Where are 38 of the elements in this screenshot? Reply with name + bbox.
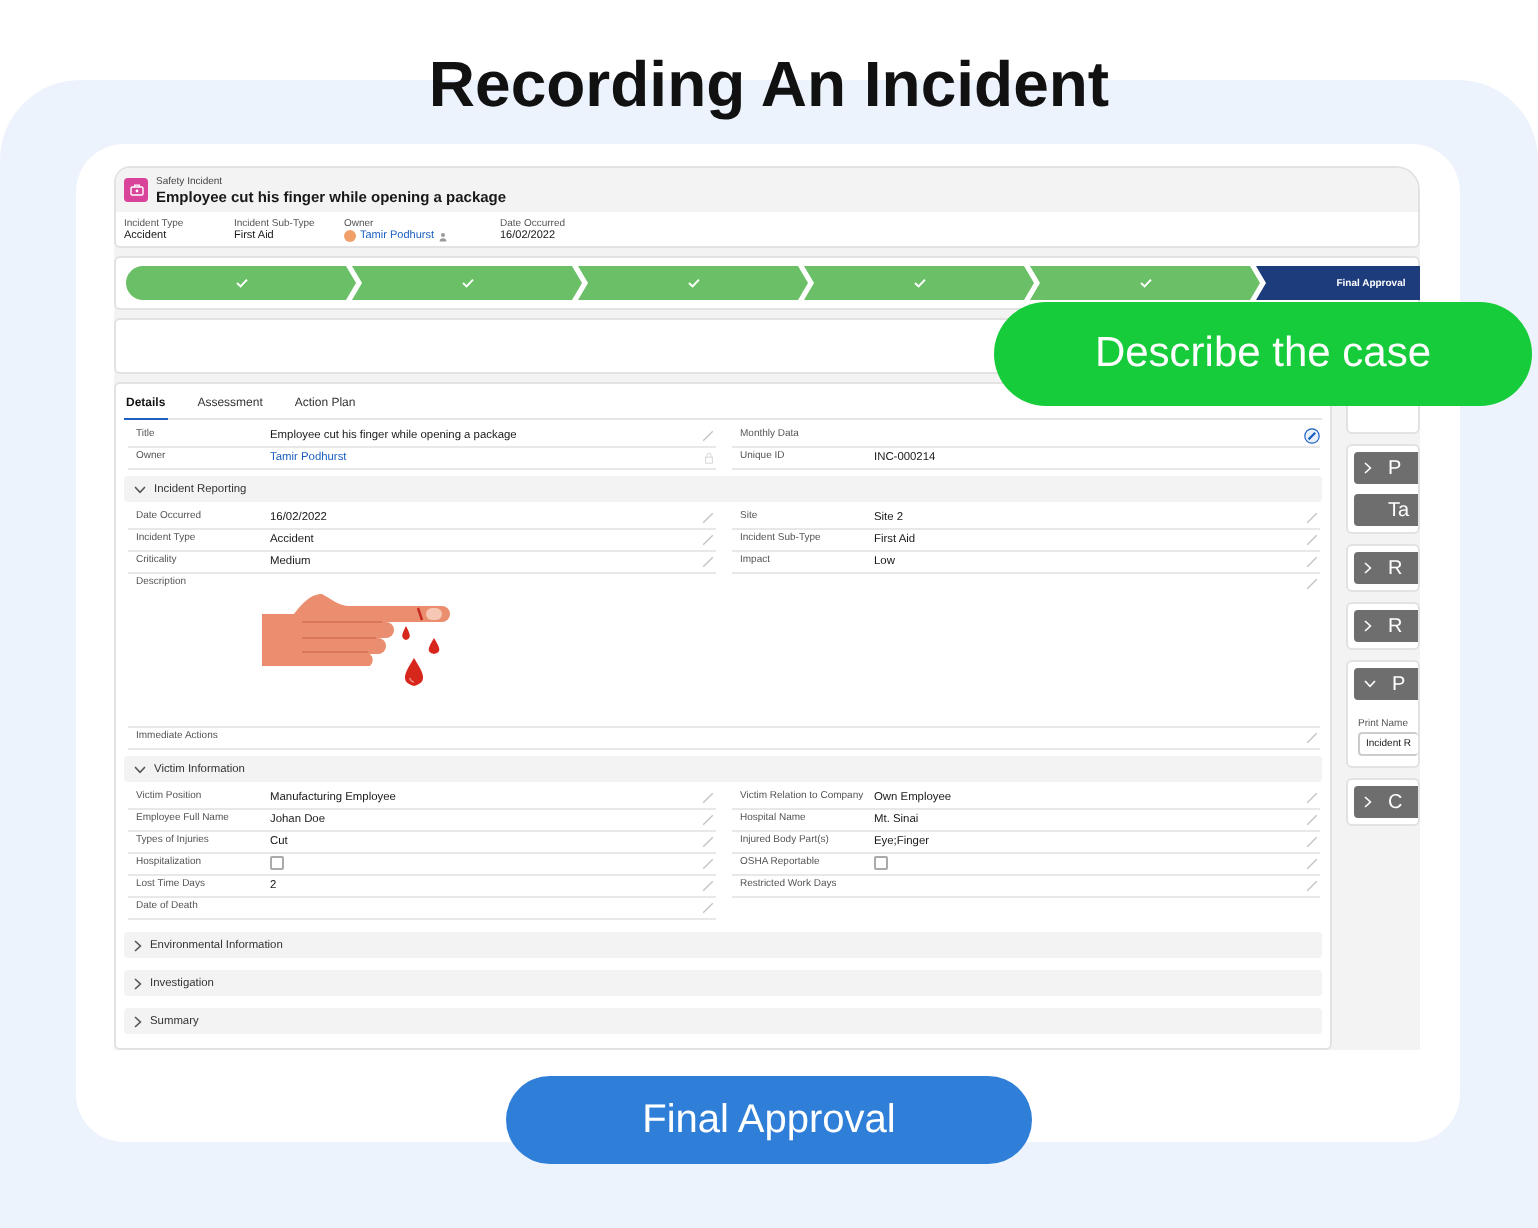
path-step[interactable] xyxy=(578,266,808,300)
briefcase-icon xyxy=(124,178,148,202)
chevron-down-icon xyxy=(134,765,146,773)
chevron-down-icon xyxy=(134,485,146,493)
panel-header[interactable]: P xyxy=(1354,452,1418,484)
lock-icon xyxy=(703,452,713,464)
check-icon xyxy=(235,278,247,288)
chevron-down-icon xyxy=(1364,680,1376,688)
callout-badge: Describe the case xyxy=(994,302,1532,406)
path-step[interactable] xyxy=(352,266,582,300)
chevron-right-icon xyxy=(1364,462,1372,474)
panel-header[interactable]: P xyxy=(1354,668,1418,700)
chevron-right-icon xyxy=(134,939,142,951)
path-step[interactable] xyxy=(1030,266,1260,300)
chevron-right-icon xyxy=(134,1015,142,1027)
panel-header[interactable]: C xyxy=(1354,786,1418,818)
check-icon xyxy=(461,278,473,288)
check-icon xyxy=(687,278,699,288)
path-step[interactable] xyxy=(126,266,356,300)
page-heading: Recording An Incident xyxy=(428,46,1110,124)
avatar-icon xyxy=(344,230,356,242)
person-icon[interactable] xyxy=(438,231,448,241)
edit-icon[interactable] xyxy=(1304,428,1320,444)
pencil-icon[interactable] xyxy=(1306,732,1318,744)
final-approval-button[interactable]: Final Approval xyxy=(506,1076,1032,1164)
check-icon xyxy=(1139,278,1151,288)
chevron-right-icon xyxy=(134,977,142,989)
chevron-right-icon xyxy=(1364,620,1372,632)
panel-header[interactable]: R xyxy=(1354,552,1418,584)
check-icon xyxy=(913,278,925,288)
checkbox[interactable] xyxy=(270,855,284,869)
chevron-right-icon xyxy=(1364,796,1372,808)
path-step[interactable] xyxy=(804,266,1034,300)
pencil-icon[interactable] xyxy=(702,430,714,442)
panel-button[interactable]: Ta xyxy=(1354,494,1418,526)
panel-header[interactable]: R xyxy=(1354,610,1418,642)
chevron-right-icon xyxy=(1364,562,1372,574)
checkbox[interactable] xyxy=(874,855,888,869)
